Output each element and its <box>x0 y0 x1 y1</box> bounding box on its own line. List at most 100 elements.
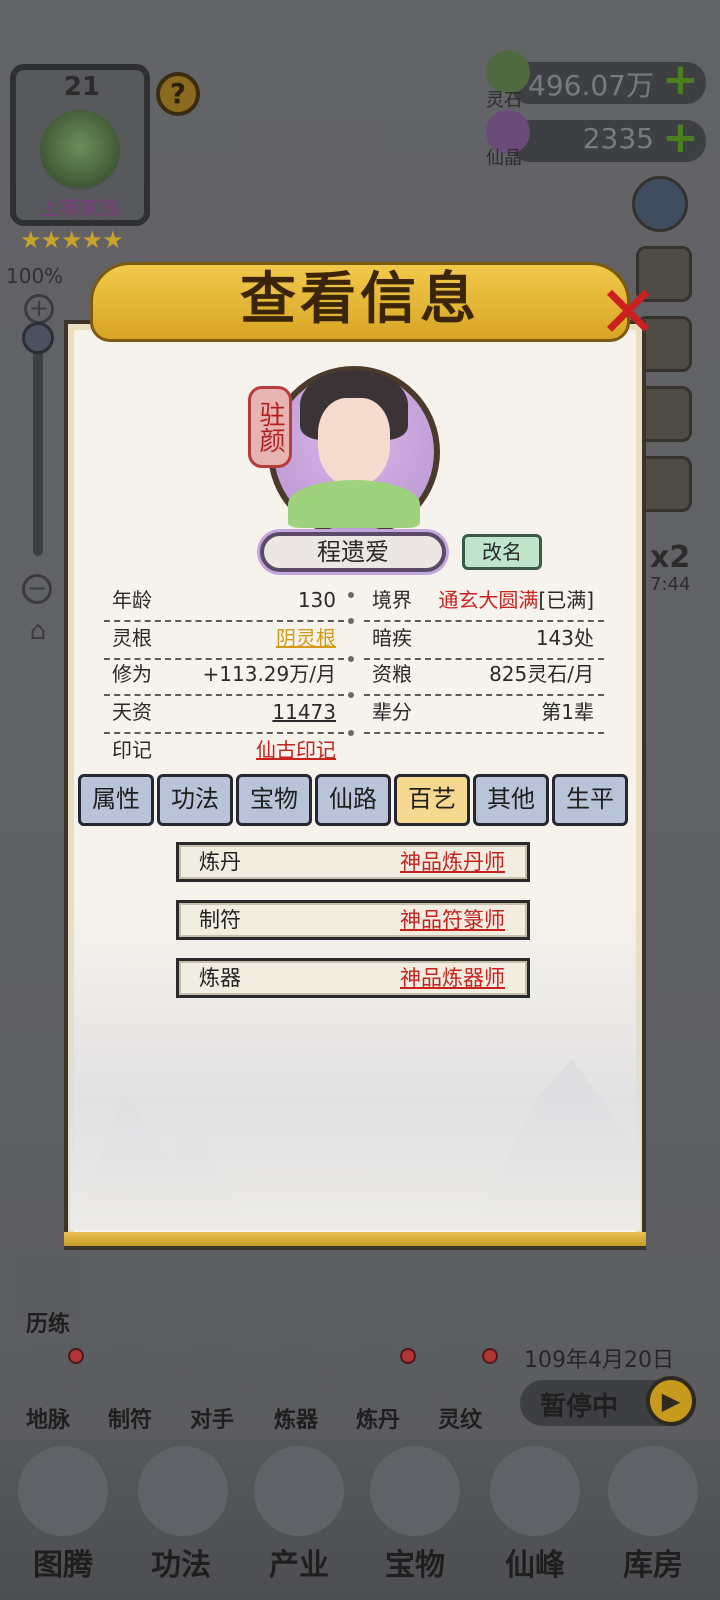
action-forge[interactable]: 炼器 <box>256 1402 336 1434</box>
dialog-title: 查看信息 <box>240 267 480 332</box>
notification-dot <box>400 1348 416 1364</box>
zoom-percent: 100% <box>6 264 64 288</box>
info-row: 年龄 130 <box>112 582 336 618</box>
realm-status: [已满] <box>538 588 594 612</box>
clan-stars: ★★★★★ <box>20 226 124 254</box>
nav-industry[interactable]: 产业 <box>244 1540 354 1584</box>
spirit-root-link[interactable]: 阴灵根 <box>276 620 336 656</box>
talisman-icon[interactable] <box>98 1348 162 1410</box>
info-key: 辈分 <box>372 700 412 724</box>
help-button[interactable]: ? <box>156 72 200 116</box>
notification-dot <box>482 1348 498 1364</box>
action-talisman[interactable]: 制符 <box>90 1402 170 1434</box>
nav-peaks[interactable]: 仙峰 <box>480 1540 590 1584</box>
panel-fade <box>70 900 640 1230</box>
aptitude-link[interactable]: 11473 <box>272 694 336 730</box>
clan-rank-label: 上等家族 <box>40 196 120 220</box>
divider-dot <box>348 730 354 736</box>
realm-value: 通玄大圆满 <box>438 588 539 612</box>
forge-scroll-icon[interactable] <box>264 1348 328 1410</box>
tab-attributes[interactable]: 属性 <box>78 774 154 826</box>
rename-button[interactable]: 改名 <box>462 534 542 570</box>
portrait-face <box>318 398 390 486</box>
info-value: 第1辈 <box>541 700 594 724</box>
speed-timer: 7:44 <box>650 574 691 595</box>
tab-immortal-path[interactable]: 仙路 <box>315 774 391 826</box>
info-key: 修为 <box>112 662 152 686</box>
character-name: 程遗爱 <box>260 532 446 572</box>
nav-treasures[interactable]: 宝物 <box>360 1540 470 1584</box>
nav-techniques[interactable]: 功法 <box>126 1540 236 1584</box>
peak-icon[interactable] <box>490 1446 580 1536</box>
tab-treasures[interactable]: 宝物 <box>236 774 312 826</box>
action-opponents[interactable]: 对手 <box>172 1402 252 1434</box>
divider-dot <box>348 656 354 662</box>
divider-dot <box>348 618 354 624</box>
clan-level: 21 <box>63 72 101 102</box>
panel-bottom-trim <box>64 1232 646 1246</box>
skill-rank-link[interactable]: 神品炼丹师 <box>400 845 505 879</box>
info-key: 灵根 <box>112 626 152 650</box>
info-key: 年龄 <box>112 588 152 612</box>
divider-dot <box>348 692 354 698</box>
info-key: 天资 <box>112 700 152 724</box>
technique-icon[interactable] <box>138 1446 228 1536</box>
portrait-robe <box>288 480 420 528</box>
location-marker-icon[interactable]: ⌂ <box>18 616 58 650</box>
play-icon[interactable]: ▶ <box>646 1376 696 1426</box>
tab-techniques[interactable]: 功法 <box>157 774 233 826</box>
info-row: 资粮 825灵石/月 <box>372 656 594 692</box>
skill-row: 炼器 神品炼器师 <box>176 958 530 998</box>
info-key: 境界 <box>372 588 412 612</box>
info-row: 境界 通玄大圆满[已满] <box>372 582 594 618</box>
nav-totem[interactable]: 图腾 <box>8 1540 118 1584</box>
info-row: 天资 11473 <box>112 694 336 730</box>
industry-icon[interactable] <box>254 1446 344 1536</box>
add-spirit-stone-button[interactable]: + <box>662 58 699 102</box>
immortal-crystal-value: 2335 <box>582 122 654 155</box>
skill-row: 炼丹 神品炼丹师 <box>176 842 530 882</box>
divider <box>364 732 604 734</box>
info-row: 修为 +113.29万/月 <box>112 656 336 692</box>
treasure-icon[interactable] <box>370 1446 460 1536</box>
close-button[interactable]: ✕ <box>596 276 660 348</box>
info-value: 825灵石/月 <box>489 662 594 686</box>
warehouse-icon[interactable] <box>608 1446 698 1536</box>
add-crystal-button[interactable]: + <box>662 116 699 160</box>
action-earth-vein[interactable]: 地脉 <box>8 1402 88 1434</box>
skill-name: 制符 <box>199 908 241 932</box>
nav-warehouse[interactable]: 库房 <box>598 1540 708 1584</box>
info-row: 暗疾 143处 <box>372 620 594 656</box>
gate-icon[interactable] <box>180 1348 244 1410</box>
zoom-slider-track[interactable] <box>33 330 43 556</box>
spirit-stone-value: 496.07万 <box>528 69 654 102</box>
skill-rank-link[interactable]: 神品炼器师 <box>400 961 505 995</box>
youth-seal-badge: 驻颜 <box>248 386 292 468</box>
tab-others[interactable]: 其他 <box>473 774 549 826</box>
totem-icon[interactable] <box>18 1446 108 1536</box>
skill-row: 制符 神品符箓师 <box>176 900 530 940</box>
zoom-out-button[interactable]: − <box>22 574 52 604</box>
skill-name: 炼器 <box>199 966 241 990</box>
speed-multiplier[interactable]: x2 <box>650 540 690 575</box>
info-value: 143处 <box>535 626 594 650</box>
info-value: 130 <box>297 588 336 612</box>
mark-link[interactable]: 仙古印记 <box>256 732 336 768</box>
pause-label[interactable]: 暂停中 <box>540 1386 618 1423</box>
tree-icon <box>40 110 120 190</box>
tab-crafts[interactable]: 百艺 <box>394 774 470 826</box>
game-date: 109年4月20日 <box>524 1348 674 1373</box>
info-value: +113.29万/月 <box>202 662 336 686</box>
zoom-slider-thumb[interactable] <box>22 322 54 354</box>
skill-rank-link[interactable]: 神品符箓师 <box>400 903 505 937</box>
info-row: 印记 仙古印记 <box>112 732 336 768</box>
divider-dot <box>348 592 354 598</box>
action-spirit-pattern[interactable]: 灵纹 <box>420 1402 500 1434</box>
tab-biography[interactable]: 生平 <box>552 774 628 826</box>
action-alchemy[interactable]: 炼丹 <box>338 1402 418 1434</box>
training-label[interactable]: 历练 <box>8 1306 88 1338</box>
info-key: 印记 <box>112 738 152 762</box>
settings-gear-icon[interactable] <box>632 176 688 232</box>
notification-dot <box>68 1348 84 1364</box>
zoom-in-button[interactable]: + <box>24 294 54 324</box>
